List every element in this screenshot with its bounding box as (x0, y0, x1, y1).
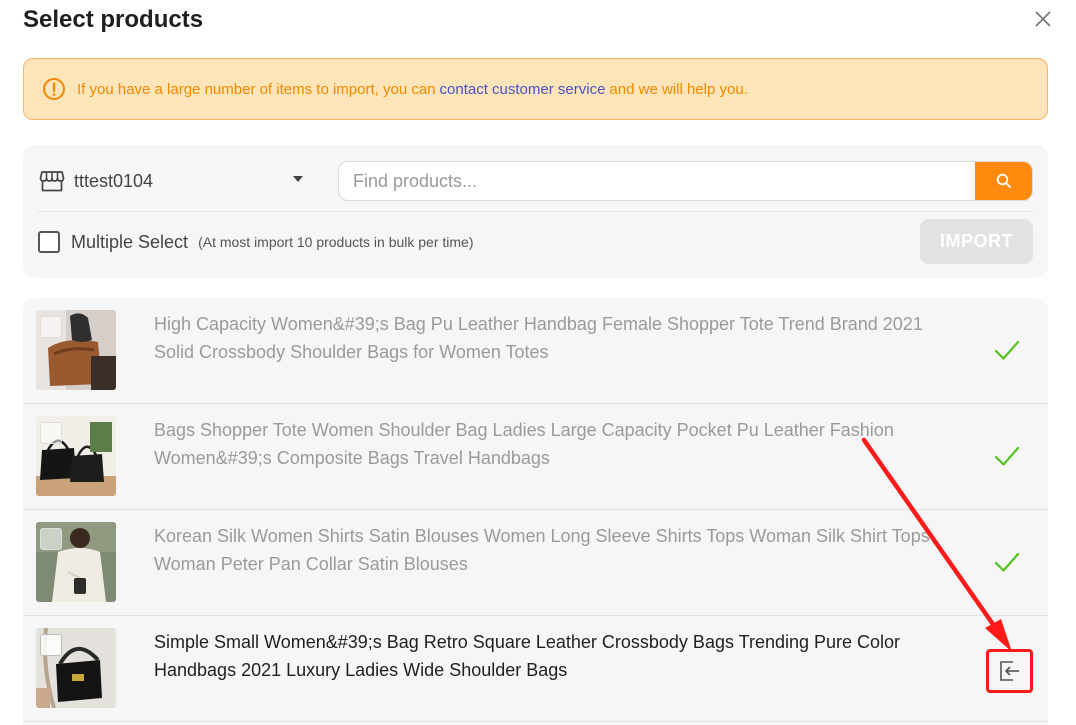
search-button[interactable] (975, 162, 1032, 200)
search-icon (996, 173, 1011, 188)
close-icon[interactable] (1032, 8, 1054, 30)
import-icon (999, 661, 1019, 681)
notice-text-before: If you have a large number of items to i… (77, 80, 436, 98)
product-checkbox[interactable] (40, 422, 62, 444)
store-icon (39, 171, 65, 192)
product-title: Bags Shopper Tote Women Shoulder Bag Lad… (154, 420, 894, 468)
product-checkbox[interactable] (40, 316, 62, 338)
store-selector[interactable]: tttest0104 (39, 167, 309, 195)
product-row: Korean Silk Women Shirts Satin Blouses W… (23, 510, 1048, 616)
dialog-title: Select products (23, 6, 204, 33)
multiple-select-label: Multiple Select (71, 231, 189, 252)
search-box (338, 161, 1033, 201)
import-product-button[interactable] (986, 649, 1033, 693)
warning-circle-icon (43, 78, 65, 100)
multiple-select-checkbox[interactable] (38, 231, 60, 253)
product-title: High Capacity Women&#39;s Bag Pu Leather… (154, 314, 923, 362)
filter-panel: tttest0104 Multiple Select (At most impo… (23, 145, 1048, 278)
product-checkbox[interactable] (40, 634, 62, 656)
product-title: Korean Silk Women Shirts Satin Blouses W… (154, 526, 930, 574)
check-icon (994, 552, 1020, 572)
store-name: tttest0104 (74, 170, 154, 191)
multiple-select-control: Multiple Select (At most import 10 produ… (38, 230, 474, 254)
product-row: High Capacity Women&#39;s Bag Pu Leather… (23, 298, 1048, 404)
filter-divider (37, 211, 1034, 212)
product-checkbox[interactable] (40, 528, 62, 550)
product-row: Bags Shopper Tote Women Shoulder Bag Lad… (23, 404, 1048, 510)
check-icon (994, 340, 1020, 360)
check-icon (994, 446, 1020, 466)
notice-text-after: and we will help you. (609, 80, 748, 98)
import-button[interactable]: IMPORT (920, 219, 1033, 264)
multiple-select-hint: (At most import 10 products in bulk per … (198, 234, 474, 250)
select-products-dialog: Select products If you have a large numb… (0, 0, 1076, 725)
product-title: Simple Small Women&#39;s Bag Retro Squar… (154, 632, 901, 680)
search-input[interactable] (339, 162, 977, 200)
contact-customer-service-link[interactable]: contact customer service (440, 81, 606, 98)
notice-banner: If you have a large number of items to i… (23, 58, 1048, 120)
product-list: High Capacity Women&#39;s Bag Pu Leather… (23, 298, 1048, 725)
product-row: Simple Small Women&#39;s Bag Retro Squar… (23, 616, 1048, 722)
caret-down-icon (293, 176, 303, 182)
